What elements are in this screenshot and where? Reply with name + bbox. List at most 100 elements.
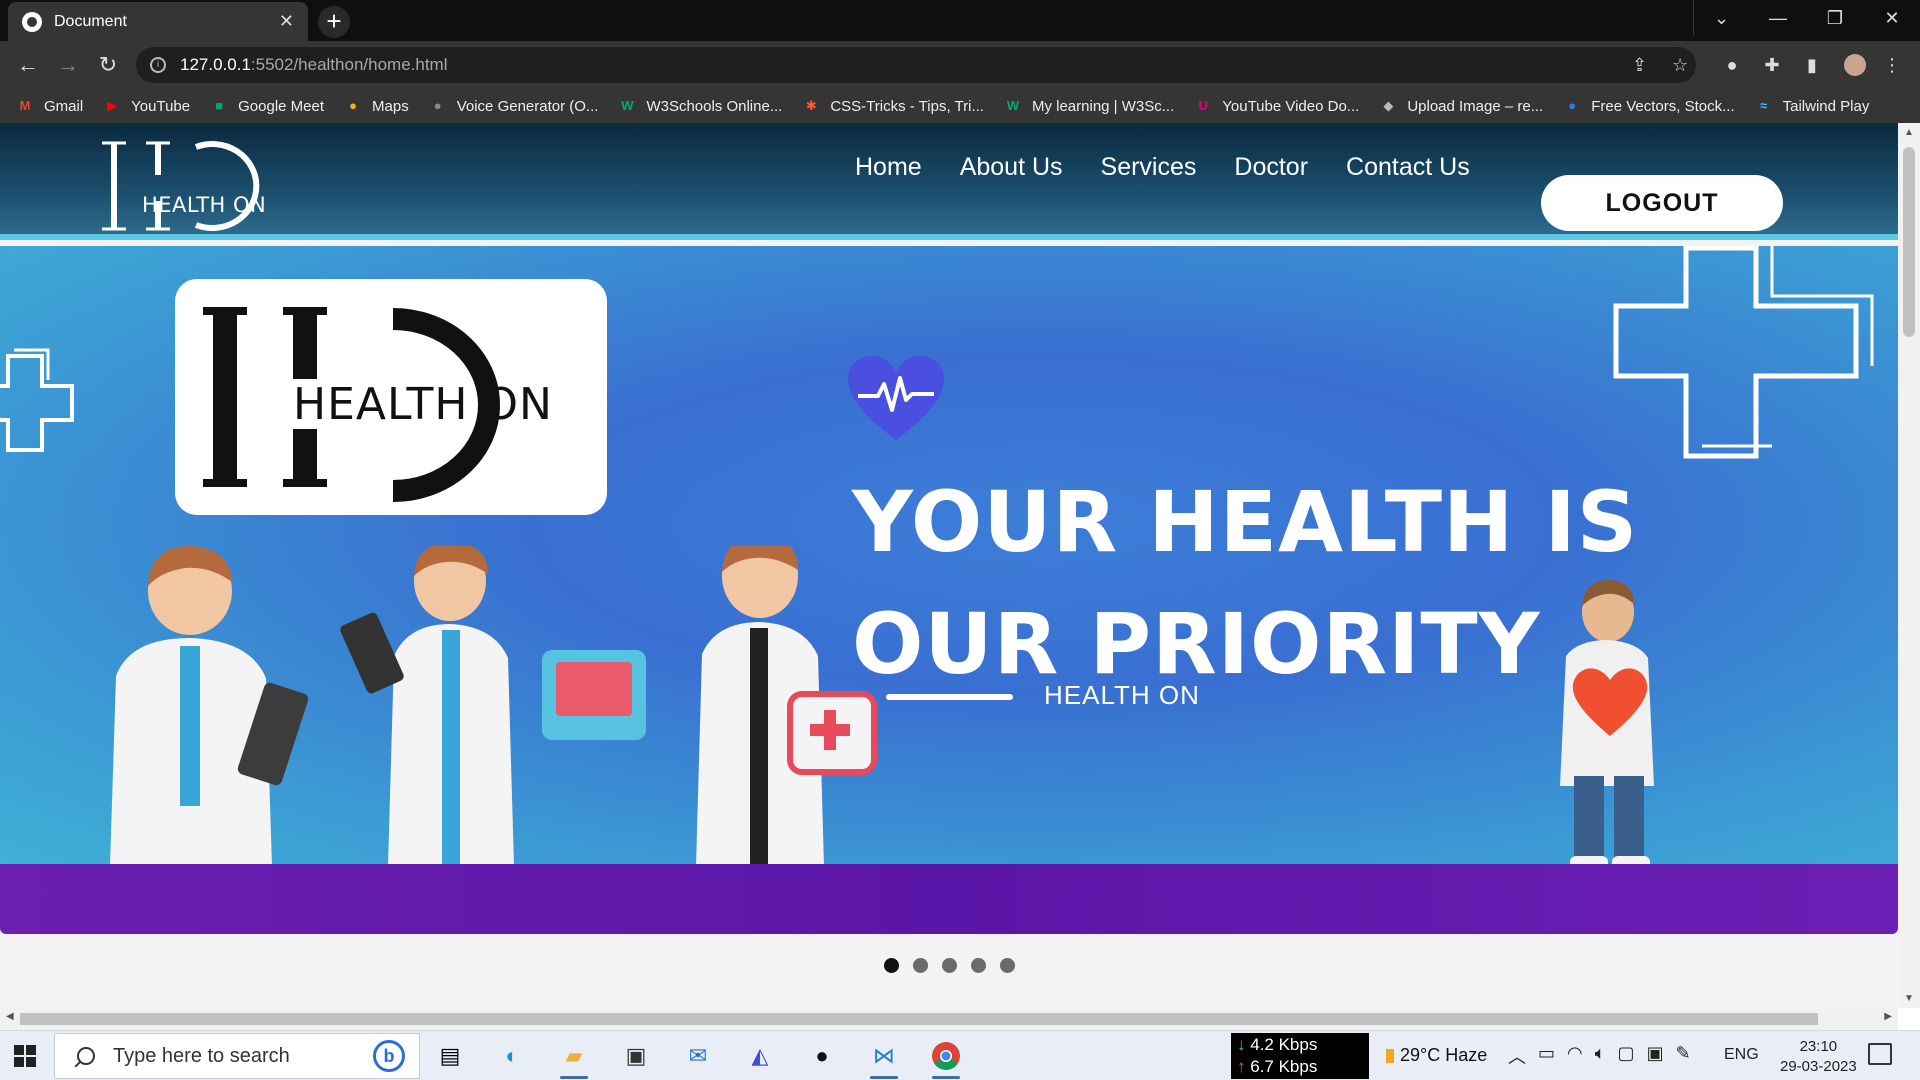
bookmark-item[interactable]: ● Free Vectors, Stock... xyxy=(1563,98,1734,115)
restore-icon[interactable]: ❐ xyxy=(1807,0,1863,36)
input-language[interactable]: ENG xyxy=(1724,1046,1759,1064)
browser-tab-bar: Document ✕ + ⌄ — ❐ ✕ xyxy=(0,0,1920,41)
pen-icon[interactable]: ✎ xyxy=(1676,1043,1691,1069)
scroll-down-arrow-icon[interactable]: ▼ xyxy=(1898,993,1920,1004)
scroll-up-arrow-icon[interactable]: ▲ xyxy=(1898,127,1920,138)
taskbar-search-box[interactable]: Type here to search b xyxy=(54,1033,420,1079)
extension-bug-icon[interactable]: ● xyxy=(1720,53,1744,77)
site-info-icon[interactable]: i xyxy=(150,57,166,73)
chrome-logo xyxy=(932,1042,960,1070)
browser-tab[interactable]: Document ✕ xyxy=(8,2,308,41)
slider-dot-4[interactable] xyxy=(971,958,986,973)
bookmark-label: Tailwind Play xyxy=(1782,97,1870,115)
bookmark-item[interactable]: ● Voice Generator (O... xyxy=(429,98,599,115)
vertical-scroll-thumb[interactable] xyxy=(1903,147,1915,337)
windows-start-icon[interactable] xyxy=(14,1045,36,1067)
bookmark-star-icon[interactable]: ☆ xyxy=(1672,55,1688,76)
profile-avatar[interactable] xyxy=(1844,54,1866,76)
download-arrow-icon: ↓ xyxy=(1237,1035,1246,1054)
weather-text: 29°C Haze xyxy=(1400,1045,1488,1065)
bookmark-favicon-icon: ◆ xyxy=(1383,98,1394,113)
doctors-illustration xyxy=(110,546,877,864)
bookmark-item[interactable]: U YouTube Video Do... xyxy=(1194,98,1360,115)
nav-contact-us[interactable]: Contact Us xyxy=(1346,153,1470,182)
main-nav: Home About Us Services Doctor Contact Us xyxy=(855,153,1470,182)
slider-dot-3[interactable] xyxy=(942,958,957,973)
github-icon[interactable]: ● xyxy=(800,1037,844,1075)
bookmark-item[interactable]: ✱ CSS-Tricks - Tips, Tri... xyxy=(802,98,984,115)
side-panel-icon[interactable]: ▮ xyxy=(1800,53,1824,77)
extensions-puzzle-icon[interactable]: ✚ xyxy=(1760,53,1784,77)
minimize-icon[interactable]: — xyxy=(1750,0,1806,36)
bookmark-item[interactable]: M Gmail xyxy=(16,98,84,115)
search-icon xyxy=(77,1047,95,1065)
scroll-right-arrow-icon[interactable]: ▶ xyxy=(1884,1011,1892,1022)
system-clock[interactable]: 23:10 29-03-2023 xyxy=(1780,1037,1857,1077)
window-close-icon[interactable]: ✕ xyxy=(1864,0,1920,36)
bookmark-label: Upload Image – re... xyxy=(1407,97,1544,115)
address-bar[interactable]: i 127.0.0.1 :5502/healthon/home.html xyxy=(136,47,1696,83)
bookmark-item[interactable]: ▶ YouTube xyxy=(103,98,190,115)
bing-icon[interactable]: b xyxy=(373,1040,405,1072)
chrome-icon[interactable] xyxy=(924,1037,968,1079)
horizontal-scroll-thumb[interactable] xyxy=(20,1013,1818,1025)
share-icon[interactable]: ⇪ xyxy=(1632,55,1647,76)
back-arrow-icon[interactable]: ← xyxy=(12,49,44,81)
bookmark-item[interactable]: ● Maps xyxy=(344,98,409,115)
wifi-icon[interactable]: ◠ xyxy=(1567,1043,1583,1069)
vscode-alt-icon[interactable]: ◭ xyxy=(738,1037,782,1075)
bookmark-item[interactable]: W My learning | W3Sc... xyxy=(1004,98,1174,115)
tray-chevron-up-icon[interactable]: ︿ xyxy=(1508,1043,1526,1069)
microsoft-store-icon[interactable]: ▣ xyxy=(614,1037,658,1075)
battery-icon[interactable]: ▭ xyxy=(1538,1043,1555,1069)
bookmark-favicon-icon: ● xyxy=(349,98,357,113)
weather-widget[interactable]: 29°C Haze xyxy=(1386,1045,1487,1066)
slider-dot-5[interactable] xyxy=(1000,958,1015,973)
system-tray: ︿ ▭ ◠ 🔈︎ ▢ ▣ ✎ xyxy=(1508,1043,1691,1069)
display-icon[interactable]: ▣ xyxy=(1647,1043,1664,1069)
file-explorer-icon[interactable]: ▰ xyxy=(552,1037,596,1079)
bookmark-favicon-icon: ● xyxy=(1568,98,1577,113)
health-on-logo[interactable] xyxy=(96,139,282,231)
large-medical-cross-icon xyxy=(1613,246,1874,459)
medical-cross-icon xyxy=(0,348,74,452)
volume-icon[interactable]: 🔈︎ xyxy=(1595,1043,1606,1069)
nav-home[interactable]: Home xyxy=(855,153,922,182)
bookmark-label: Maps xyxy=(372,97,409,115)
scroll-left-arrow-icon[interactable]: ◀ xyxy=(6,1011,14,1022)
bookmark-label: CSS-Tricks - Tips, Tri... xyxy=(830,97,984,115)
forward-arrow-icon[interactable]: → xyxy=(52,49,84,81)
visual-studio-code-icon[interactable]: ⋈ xyxy=(862,1037,906,1079)
url-path: :5502/healthon/home.html xyxy=(250,55,448,74)
bookmark-item[interactable]: ■ Google Meet xyxy=(210,98,324,115)
slider-dot-2[interactable] xyxy=(913,958,928,973)
mail-icon[interactable]: ✉ xyxy=(676,1037,720,1075)
nav-services[interactable]: Services xyxy=(1101,153,1197,182)
nav-about-us[interactable]: About Us xyxy=(960,153,1063,182)
bookmark-item[interactable]: ≈ Tailwind Play xyxy=(1755,97,1870,115)
menu-kebab-icon[interactable]: ⋮ xyxy=(1880,53,1904,77)
edge-icon[interactable]: ◐ xyxy=(490,1037,534,1075)
horizontal-scrollbar[interactable]: ◀ ▶ xyxy=(0,1008,1898,1030)
reload-icon[interactable]: ↻ xyxy=(92,49,124,81)
nav-doctor[interactable]: Doctor xyxy=(1234,153,1308,182)
slider-dot-1[interactable] xyxy=(884,958,899,973)
bookmark-item[interactable]: W W3Schools Online... xyxy=(618,98,782,115)
bookmark-item[interactable]: ◆ Upload Image – re... xyxy=(1379,98,1543,115)
site-header: HEALTH ON Home About Us Services Doctor … xyxy=(0,123,1898,240)
header-logo-text: HEALTH ON xyxy=(142,193,267,217)
meet-now-icon[interactable]: ▢ xyxy=(1618,1043,1635,1069)
vertical-scrollbar[interactable]: ▲ ▼ xyxy=(1898,123,1920,1008)
windows-taskbar: Type here to search b ▤ ◐ ▰ ▣ ✉ ◭ ● ⋈ ↓ … xyxy=(0,1030,1920,1080)
hero-divider xyxy=(886,694,1013,700)
tab-search-chevron-icon[interactable]: ⌄ xyxy=(1693,0,1749,36)
task-view-icon[interactable]: ▤ xyxy=(428,1037,472,1075)
tab-close-icon[interactable]: ✕ xyxy=(279,11,294,32)
net-down-speed: 4.2 Kbps xyxy=(1250,1035,1318,1054)
notification-center-icon[interactable] xyxy=(1868,1043,1892,1065)
bookmark-favicon-icon: ✱ xyxy=(805,98,817,113)
network-speed-widget: ↓ 4.2 Kbps ↑ 6.7 Kbps xyxy=(1231,1033,1369,1079)
logout-button[interactable]: LOGOUT xyxy=(1541,175,1783,231)
new-tab-button[interactable]: + xyxy=(318,6,350,38)
url-host: 127.0.0.1 xyxy=(180,55,251,74)
